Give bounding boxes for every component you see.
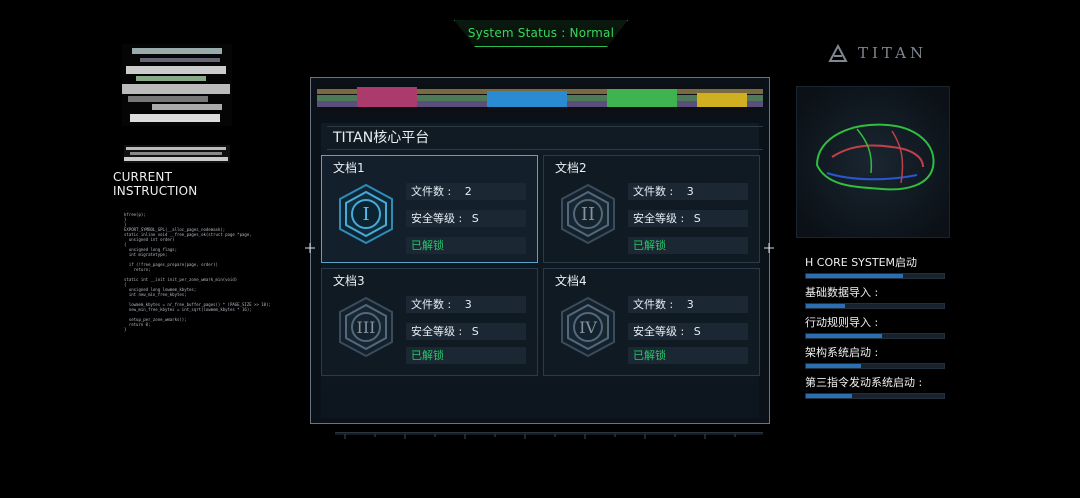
core-platform-panel: TITAN核心平台 文档1 I 文件数 : 2 安全等级 : S 已解锁 文档2 (321, 123, 763, 439)
roman-numeral-hex-icon: IV (561, 296, 615, 358)
security-level-row: 安全等级 : S (406, 210, 526, 227)
main-frame: TITAN核心平台 文档1 I 文件数 : 2 安全等级 : S 已解锁 文档2 (310, 77, 770, 439)
glitch-image (122, 44, 232, 126)
document-title: 文档2 (555, 161, 587, 175)
system-task-label: 行动规则导入 : (805, 316, 879, 329)
security-level-label: 安全等级 : (411, 212, 463, 225)
system-task-row: 第三指令发动系统启动 : (805, 372, 945, 402)
current-instruction-label: CURRENT INSTRUCTION (113, 170, 198, 198)
roman-numeral-hex-icon: III (339, 296, 393, 358)
file-count-label: 文件数 : (633, 185, 674, 198)
document-title: 文档4 (555, 274, 587, 288)
core-platform-title: TITAN核心平台 (327, 126, 763, 150)
unlock-status: 已解锁 (628, 237, 748, 254)
roman-numeral: III (357, 318, 376, 337)
core-system-title-row: H CORE SYSTEM启动 (805, 252, 945, 282)
file-count-label: 文件数 : (411, 185, 452, 198)
file-count-label: 文件数 : (411, 298, 452, 311)
document-card-4[interactable]: 文档4 IV 文件数 : 3 安全等级 : S 已解锁 (543, 268, 760, 376)
roman-numeral: II (581, 204, 595, 225)
titan-logo-text: TITAN (858, 44, 928, 62)
system-task-row: 行动规则导入 : (805, 312, 945, 342)
core-system-title: H CORE SYSTEM启动 (805, 256, 918, 269)
code-listing: kfree(p); } } EXPORT_SYMBOL_GPL(__alloc_… (124, 212, 271, 332)
system-task-progress (805, 303, 945, 309)
system-status-text: System Status : Normal (467, 26, 615, 40)
security-level-value: S (693, 325, 701, 338)
document-card-1[interactable]: 文档1 I 文件数 : 2 安全等级 : S 已解锁 (321, 155, 538, 263)
roman-numeral-hex-icon: I (339, 183, 393, 245)
file-count-row: 文件数 : 3 (406, 296, 526, 313)
security-level-row: 安全等级 : S (406, 323, 526, 340)
document-title: 文档3 (333, 274, 365, 288)
scale-ruler (335, 432, 763, 439)
core-system-bar (805, 273, 945, 279)
frame-crosshair-left (305, 243, 315, 253)
security-level-label: 安全等级 : (633, 212, 685, 225)
titan-logo-icon (828, 44, 848, 62)
roman-numeral-hex-icon: II (561, 183, 615, 245)
file-count-value: 3 (686, 185, 694, 198)
system-task-progress (805, 333, 945, 339)
system-task-label: 第三指令发动系统启动 : (805, 376, 923, 389)
file-count-row: 文件数 : 3 (628, 183, 748, 200)
titan-logo: TITAN (828, 40, 938, 66)
security-level-value: S (471, 325, 479, 338)
file-count-value: 2 (464, 185, 472, 198)
security-level-row: 安全等级 : S (628, 210, 748, 227)
brain-scan-image (796, 86, 950, 238)
file-count-row: 文件数 : 3 (628, 296, 748, 313)
document-card-2[interactable]: 文档2 II 文件数 : 3 安全等级 : S 已解锁 (543, 155, 760, 263)
unlock-status: 已解锁 (406, 347, 526, 364)
security-level-label: 安全等级 : (633, 325, 685, 338)
security-level-row: 安全等级 : S (628, 323, 748, 340)
unlock-status: 已解锁 (406, 237, 526, 254)
security-level-label: 安全等级 : (411, 325, 463, 338)
file-count-label: 文件数 : (633, 298, 674, 311)
core-system-panel: H CORE SYSTEM启动 基础数据导入 : 行动规则导入 : 架构系统启动… (805, 252, 945, 402)
document-title: 文档1 (333, 161, 365, 175)
roman-numeral: IV (579, 318, 597, 337)
frame-crosshair-right (764, 243, 774, 253)
security-level-value: S (471, 212, 479, 225)
glitch-strip (124, 145, 230, 163)
document-card-3[interactable]: 文档3 III 文件数 : 3 安全等级 : S 已解锁 (321, 268, 538, 376)
roman-numeral: I (362, 204, 369, 225)
system-task-label: 基础数据导入 : (805, 286, 879, 299)
system-status-banner: System Status : Normal (454, 20, 628, 47)
system-task-row: 基础数据导入 : (805, 282, 945, 312)
file-count-value: 3 (464, 298, 472, 311)
security-level-value: S (693, 212, 701, 225)
system-task-progress (805, 363, 945, 369)
unlock-status: 已解锁 (628, 347, 748, 364)
system-task-row: 架构系统启动 : (805, 342, 945, 372)
file-count-row: 文件数 : 2 (406, 183, 526, 200)
system-task-label: 架构系统启动 : (805, 346, 879, 359)
file-count-value: 3 (686, 298, 694, 311)
noise-strip (317, 83, 763, 113)
system-task-progress (805, 393, 945, 399)
